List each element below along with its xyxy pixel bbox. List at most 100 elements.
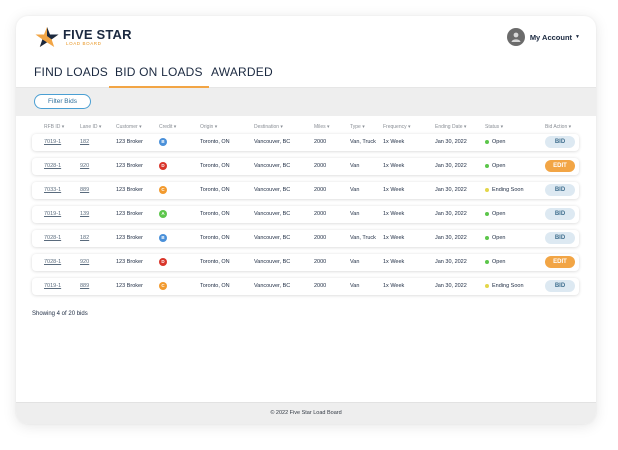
bid-button[interactable]: BID — [545, 184, 575, 196]
type-cell: Van — [350, 187, 360, 193]
bid-button[interactable]: BID — [545, 208, 575, 220]
rfb-id-link[interactable]: 7019-1 — [44, 211, 61, 217]
status-dot-icon — [485, 140, 489, 144]
column-header-bid-action[interactable]: Bid Action ▾ — [545, 124, 571, 130]
pagination-summary: Showing 4 of 20 bids — [32, 311, 88, 317]
bid-button[interactable]: BID — [545, 136, 575, 148]
main-tabs: FIND LOADS BID ON LOADS AWARDED — [16, 60, 596, 88]
lane-id-link[interactable]: 920 — [80, 163, 89, 169]
edit-button[interactable]: EDIT — [545, 160, 575, 172]
lane-id-link[interactable]: 920 — [80, 259, 89, 265]
type-cell: Van — [350, 211, 360, 217]
column-header-lane-id[interactable]: Lane ID ▾ — [80, 124, 101, 130]
frequency-cell: 1x Week — [383, 211, 405, 217]
column-header-status[interactable]: Status ▾ — [485, 124, 503, 130]
app-window: FIVE STAR LOAD BOARD My Account ▼ FIND L… — [16, 16, 596, 424]
footer-copyright: © 2022 Five Star Load Board — [270, 410, 342, 416]
lane-id-link[interactable]: 182 — [80, 235, 89, 241]
origin-cell: Toronto, ON — [200, 235, 230, 241]
table-row[interactable]: 7028-1 182 123 Broker B Toronto, ON Vancouver… — [32, 230, 579, 247]
column-header-label: Lane ID — [80, 124, 98, 130]
ending-date-cell: Jan 30, 2022 — [435, 139, 467, 145]
column-header-label: RFB ID — [44, 124, 61, 130]
bid-button[interactable]: BID — [545, 232, 575, 244]
status-dot-icon — [485, 236, 489, 240]
frequency-cell: 1x Week — [383, 187, 405, 193]
destination-cell: Vancouver, BC — [254, 187, 291, 193]
destination-cell: Vancouver, BC — [254, 259, 291, 265]
customer-cell: 123 Broker — [116, 259, 143, 265]
column-header-ending-date[interactable]: Ending Date ▾ — [435, 124, 466, 130]
column-header-origin[interactable]: Origin ▾ — [200, 124, 217, 130]
rfb-id-link[interactable]: 7028-1 — [44, 163, 61, 169]
sort-caret-icon: ▾ — [279, 124, 283, 130]
status-dot-icon — [485, 188, 489, 192]
column-header-miles[interactable]: Miles ▾ — [314, 124, 330, 130]
lane-id-link[interactable]: 889 — [80, 187, 89, 193]
miles-cell: 2000 — [314, 283, 327, 289]
sort-caret-icon: ▾ — [60, 124, 65, 130]
ending-date-cell: Jan 30, 2022 — [435, 163, 467, 169]
column-header-destination[interactable]: Destination ▾ — [254, 124, 283, 130]
frequency-cell: 1x Week — [383, 235, 405, 241]
column-header-label: Ending Date — [435, 124, 463, 130]
column-header-frequency[interactable]: Frequency ▾ — [383, 124, 411, 130]
column-header-label: Bid Action — [545, 124, 568, 130]
rfb-id-link[interactable]: 7019-1 — [44, 139, 61, 145]
origin-cell: Toronto, ON — [200, 211, 230, 217]
sort-caret-icon: ▾ — [137, 124, 142, 130]
status-cell: Open — [492, 211, 506, 217]
frequency-cell: 1x Week — [383, 283, 405, 289]
rfb-id-link[interactable]: 7028-1 — [44, 235, 61, 241]
frequency-cell: 1x Week — [383, 163, 405, 169]
column-header-credit[interactable]: Credit ▾ — [159, 124, 176, 130]
type-cell: Van — [350, 283, 360, 289]
status-cell: Ending Soon — [492, 187, 524, 193]
rfb-id-link[interactable]: 7033-1 — [44, 187, 61, 193]
bid-button[interactable]: BID — [545, 280, 575, 292]
rfb-id-link[interactable]: 7019-1 — [44, 283, 61, 289]
filter-bids-button[interactable]: Filter Bids — [34, 94, 91, 109]
miles-cell: 2000 — [314, 259, 327, 265]
sort-caret-icon: ▾ — [567, 124, 572, 130]
table-row[interactable]: 7028-1 920 123 Broker D Toronto, ON Vancouver… — [32, 158, 579, 175]
status-cell: Open — [492, 259, 506, 265]
sort-caret-icon: ▾ — [325, 124, 330, 130]
account-menu[interactable]: My Account ▼ — [506, 28, 580, 46]
account-label: My Account — [529, 32, 573, 42]
sort-caret-icon: ▾ — [462, 124, 467, 130]
destination-cell: Vancouver, BC — [254, 211, 291, 217]
ending-date-cell: Jan 30, 2022 — [435, 211, 467, 217]
tab-bid-on-loads[interactable]: BID ON LOADS — [109, 65, 209, 88]
lane-id-link[interactable]: 139 — [80, 211, 89, 217]
column-header-type[interactable]: Type ▾ — [350, 124, 365, 130]
miles-cell: 2000 — [314, 139, 327, 145]
table-row[interactable]: 7033-1 889 123 Broker C Toronto, ON Vancouver… — [32, 182, 579, 199]
table-row[interactable]: 7028-1 920 123 Broker D Toronto, ON Vancouver… — [32, 254, 579, 271]
origin-cell: Toronto, ON — [200, 139, 230, 145]
column-header-rfb-id[interactable]: RFB ID ▾ — [44, 124, 64, 130]
brand-logo[interactable]: FIVE STAR LOAD BOARD — [34, 26, 132, 48]
sort-caret-icon: ▾ — [213, 124, 218, 130]
lane-id-link[interactable]: 182 — [80, 139, 89, 145]
table-row[interactable]: 7019-1 182 123 Broker B Toronto, ON Vancouver… — [32, 134, 579, 151]
filter-bar: Filter Bids — [16, 88, 596, 116]
type-cell: Van, Truck — [350, 139, 376, 145]
table-row[interactable]: 7019-1 139 123 Broker A Toronto, ON Vancouver… — [32, 206, 579, 223]
status-dot-icon — [485, 260, 489, 264]
credit-badge: A — [159, 210, 167, 218]
rfb-id-link[interactable]: 7028-1 — [44, 259, 61, 265]
customer-cell: 123 Broker — [116, 283, 143, 289]
credit-badge: D — [159, 258, 167, 266]
table-row[interactable]: 7019-1 889 123 Broker C Toronto, ON Vancouver… — [32, 278, 579, 295]
tab-find-loads[interactable]: FIND LOADS — [34, 65, 108, 88]
status-cell: Open — [492, 139, 506, 145]
miles-cell: 2000 — [314, 163, 327, 169]
lane-id-link[interactable]: 889 — [80, 283, 89, 289]
customer-cell: 123 Broker — [116, 211, 143, 217]
edit-button[interactable]: EDIT — [545, 256, 575, 268]
column-header-customer[interactable]: Customer ▾ — [116, 124, 142, 130]
tab-awarded[interactable]: AWARDED — [211, 65, 273, 88]
credit-badge: D — [159, 162, 167, 170]
origin-cell: Toronto, ON — [200, 283, 230, 289]
